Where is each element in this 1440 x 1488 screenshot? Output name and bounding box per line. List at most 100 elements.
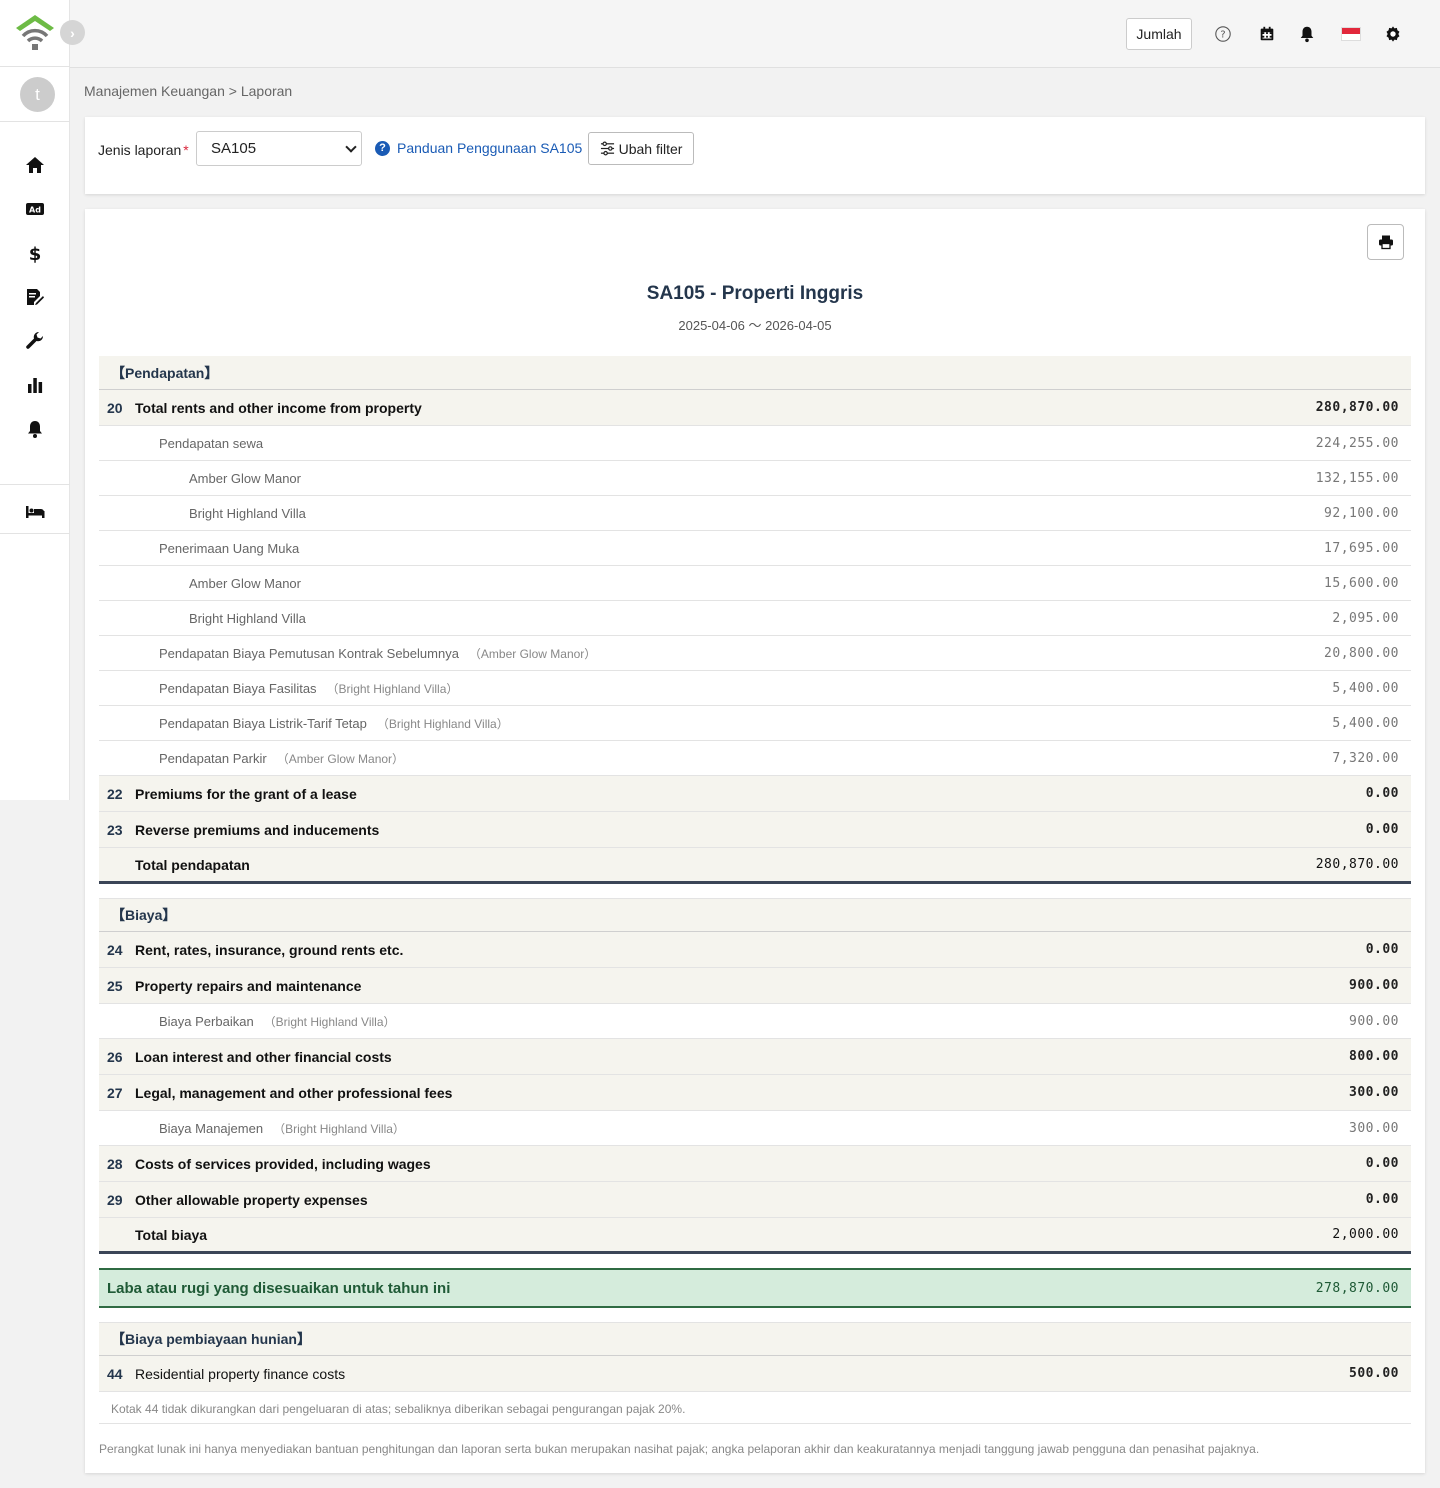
finance-note: Kotak 44 tidak dikurangkan dari pengelua… [99, 1392, 1411, 1424]
detail-row: Pendapatan sewa 224,255.00 [99, 426, 1411, 461]
dollar-icon[interactable]: $ [23, 241, 47, 265]
settings-gear-icon[interactable] [1383, 24, 1403, 44]
row-label: Residential property finance costs [135, 1365, 346, 1382]
row-value: 5,400.00 [1332, 680, 1399, 696]
help-icon[interactable]: ? [1213, 24, 1233, 44]
row-value: 900.00 [1349, 1013, 1399, 1029]
income-section-header: 【Pendapatan】 [99, 356, 1411, 390]
sa105-report-table: 【Pendapatan】 20 Total rents and other inc… [99, 356, 1411, 1424]
row-value: 900.00 [1349, 978, 1399, 993]
adjusted-profit-value: 278,870.00 [1315, 1280, 1399, 1296]
row-label: Amber Glow Manor [189, 470, 301, 486]
notification-bell-icon[interactable] [1297, 24, 1317, 44]
property-name: （Bright Highland Villa） [326, 681, 459, 696]
box-row: 28 Costs of services provided, including … [99, 1146, 1411, 1182]
income-total-row: Total pendapatan 280,870.00 [99, 848, 1411, 884]
row-label: Property repairs and maintenance [135, 977, 362, 994]
row-value: 2,095.00 [1332, 610, 1399, 626]
row-label: Biaya Manajemen （Bright Highland Villa） [159, 1120, 405, 1136]
detail-row: Biaya Perbaikan （Bright Highland Villa） 90… [99, 1004, 1411, 1039]
question-circle-icon: ? [375, 140, 390, 156]
row-value: 300.00 [1349, 1085, 1399, 1100]
sidebar-expand-button[interactable]: › [60, 20, 85, 45]
usage-guide-link[interactable]: ? Panduan Penggunaan SA105 [375, 140, 582, 156]
property-name: （Bright Highland Villa） [273, 1121, 405, 1136]
box-row: 22 Premiums for the grant of a lease 0.00 [99, 776, 1411, 812]
detail-row: Bright Highland Villa 2,095.00 [99, 601, 1411, 636]
row-label: Rent, rates, insurance, ground rents etc… [135, 941, 404, 958]
detail-row: Penerimaan Uang Muka 17,695.00 [99, 531, 1411, 566]
row-label: Amber Glow Manor [189, 575, 301, 591]
change-filter-button[interactable]: Ubah filter [588, 132, 694, 165]
top-bar: Jumlah ? [0, 0, 1440, 68]
row-value: 0.00 [1365, 1156, 1399, 1171]
disclaimer-text: Perangkat lunak ini hanya menyediakan ba… [99, 1442, 1260, 1456]
report-period: 2025-04-06 〜 2026-04-05 [678, 318, 832, 333]
report-type-select[interactable]: SA105 [196, 131, 362, 166]
row-label: Total rents and other income from proper… [135, 399, 422, 416]
table-spacer [99, 884, 1411, 898]
box-number: 29 [107, 1191, 123, 1208]
adjusted-profit-row: Laba atau rugi yang disesuaikan untuk ta… [99, 1268, 1411, 1308]
table-spacer [99, 1254, 1411, 1268]
income-rows: 20 Total rents and other income from prop… [99, 390, 1411, 848]
table-spacer [99, 1308, 1411, 1322]
income-total-label: Total pendapatan [135, 856, 250, 873]
jumlah-button[interactable]: Jumlah [1126, 18, 1192, 50]
calendar-icon[interactable] [1257, 24, 1277, 44]
box-row: 25 Property repairs and maintenance 900.00 [99, 968, 1411, 1004]
property-name: （Bright Highland Villa） [263, 1014, 396, 1029]
chart-icon[interactable] [23, 373, 47, 397]
sidebar-divider [0, 121, 70, 122]
report-type-label: Jenis laporan * [98, 142, 189, 158]
svg-text:?: ? [1220, 30, 1225, 41]
home-icon[interactable] [23, 153, 47, 177]
filter-panel: Jenis laporan * SA105 ? Panduan Penggunaa… [85, 117, 1425, 194]
language-flag-icon[interactable] [1341, 27, 1361, 41]
row-value: 280,870.00 [1315, 400, 1399, 415]
box-number: 24 [107, 941, 123, 958]
row-label: Bright Highland Villa [189, 610, 306, 626]
income-total-value: 280,870.00 [1315, 857, 1399, 872]
detail-row: Amber Glow Manor 15,600.00 [99, 566, 1411, 601]
row-value: 800.00 [1349, 1049, 1399, 1064]
expense-total-row: Total biaya 2,000.00 [99, 1218, 1411, 1254]
svg-text:$: $ [29, 244, 42, 263]
row-label: Pendapatan Biaya Listrik-Tarif Tetap （Bri… [159, 715, 509, 731]
row-label: Penerimaan Uang Muka [159, 540, 300, 556]
print-button[interactable] [1367, 224, 1404, 260]
report-title: SA105 - Properti Inggris [646, 283, 864, 304]
box-number: 26 [107, 1048, 123, 1065]
row-value: 0.00 [1365, 822, 1399, 837]
chevron-down-icon [345, 141, 357, 153]
detail-row: Pendapatan Biaya Pemutusan Kontrak Sebel… [99, 636, 1411, 671]
row-label: Loan interest and other financial costs [135, 1048, 392, 1065]
wrench-icon[interactable] [23, 329, 47, 353]
user-avatar[interactable]: t [20, 77, 55, 112]
bell-icon[interactable] [23, 417, 47, 441]
report-panel: SA105 - Properti Inggris 2025-04-06 〜 20… [85, 209, 1425, 1473]
row-label: Biaya Perbaikan （Bright Highland Villa） [159, 1013, 396, 1029]
row-value: 132,155.00 [1315, 470, 1399, 486]
sidebar-divider [0, 484, 70, 485]
row-label: Bright Highland Villa [189, 505, 306, 521]
bed-icon[interactable] [23, 499, 47, 523]
expense-total-label: Total biaya [135, 1226, 208, 1243]
row-value: 224,255.00 [1315, 435, 1399, 451]
box-row: 29 Other allowable property expenses 0.00 [99, 1182, 1411, 1218]
box-number: 27 [107, 1084, 123, 1101]
row-label: Other allowable property expenses [135, 1191, 368, 1208]
detail-row: Pendapatan Parkir （Amber Glow Manor） 7,320… [99, 741, 1411, 776]
row-label: Costs of services provided, including wa… [135, 1155, 431, 1172]
row-value: 7,320.00 [1332, 750, 1399, 766]
sidebar-divider [0, 66, 70, 67]
row-value: 15,600.00 [1324, 575, 1399, 591]
contract-icon[interactable] [23, 285, 47, 309]
row-label: Pendapatan Biaya Fasilitas （Bright Highla… [159, 680, 459, 696]
app-logo[interactable] [14, 12, 56, 54]
expense-rows: 24 Rent, rates, insurance, ground rents e… [99, 932, 1411, 1218]
svg-text:Ad: Ad [29, 206, 41, 215]
box-row: 26 Loan interest and other financial cost… [99, 1039, 1411, 1075]
ad-icon[interactable]: Ad [23, 197, 47, 221]
box-number: 44 [107, 1365, 123, 1382]
